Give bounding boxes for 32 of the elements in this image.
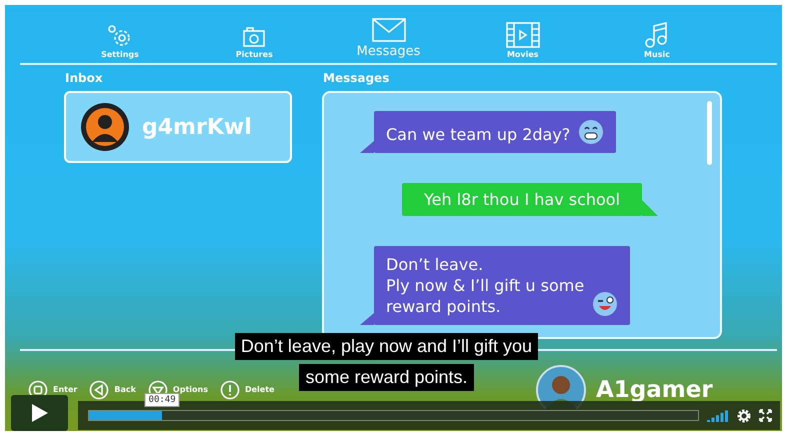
button-hint: Back bbox=[114, 385, 136, 394]
play-button[interactable] bbox=[11, 395, 68, 431]
grinning-face-icon bbox=[578, 119, 604, 145]
gear-icon bbox=[107, 24, 133, 48]
music-note-icon bbox=[645, 22, 669, 48]
message-text: Yeh l8r thou I hav school bbox=[424, 189, 620, 210]
menu-tab[interactable]: Messages bbox=[334, 18, 444, 59]
avatar-icon bbox=[80, 102, 130, 152]
play-icon bbox=[32, 404, 48, 422]
menu-tab[interactable]: Movies bbox=[468, 22, 578, 59]
menu-tab[interactable]: Pictures bbox=[199, 26, 310, 59]
time-tooltip: 00:49 bbox=[144, 393, 180, 407]
button-hint: Options bbox=[172, 385, 208, 394]
button-hint: Enter bbox=[53, 385, 78, 394]
menu-tab[interactable]: Music bbox=[602, 22, 712, 59]
scrollbar[interactable] bbox=[707, 101, 712, 165]
button-hint: Delete bbox=[244, 385, 274, 394]
contact-name: g4mrKwl bbox=[142, 114, 252, 140]
section-title: Messages bbox=[322, 71, 390, 85]
message-text: Can we team up 2day? bbox=[386, 124, 570, 145]
contact-card[interactable]: g4mrKwl bbox=[64, 91, 292, 163]
message-text: Don’t leave. Ply now & I’ll gift u some reward points. bbox=[386, 254, 584, 317]
volume-icon[interactable] bbox=[707, 410, 729, 422]
film-icon bbox=[506, 22, 540, 48]
fullscreen-icon[interactable] bbox=[759, 409, 772, 422]
section-title: Inbox bbox=[64, 71, 104, 85]
menu-tab[interactable]: Settings bbox=[65, 24, 175, 59]
camera-icon bbox=[242, 26, 266, 48]
settings-icon[interactable] bbox=[737, 408, 751, 422]
envelope-icon bbox=[372, 18, 406, 42]
exclamation-icon bbox=[220, 380, 240, 400]
winking-face-icon bbox=[592, 291, 618, 317]
